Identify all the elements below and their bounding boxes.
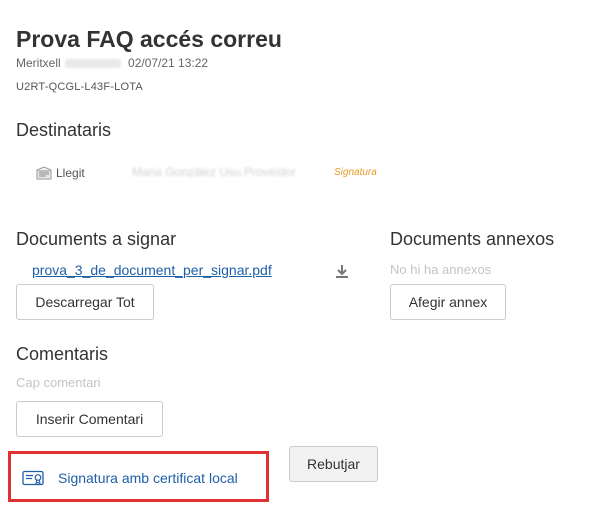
read-envelope-icon xyxy=(36,166,52,180)
page-title: Prova FAQ accés correu xyxy=(16,26,282,52)
certificate-icon xyxy=(22,470,44,486)
author-name: Meritxell xyxy=(16,56,61,70)
comments-empty-text: Cap comentari xyxy=(16,375,101,390)
local-sign-label: Signatura amb certificat local xyxy=(58,470,238,486)
local-sign-button[interactable]: Signatura amb certificat local xyxy=(22,470,238,486)
annexes-heading: Documents annexos xyxy=(390,229,555,249)
recipient-status-label: Llegit xyxy=(56,166,85,180)
document-meta: Meritxell 02/07/21 13:22 xyxy=(16,56,208,70)
document-file-link[interactable]: prova_3_de_document_per_signar.pdf xyxy=(32,262,272,278)
comments-heading: Comentaris xyxy=(16,344,109,364)
document-date: 02/07/21 13:22 xyxy=(128,56,209,70)
add-annex-button[interactable]: Afegir annex xyxy=(390,284,506,320)
document-code: U2RT-QCGL-L43F-LOTA xyxy=(16,81,143,93)
reject-button[interactable]: Rebutjar xyxy=(289,446,378,482)
download-icon[interactable] xyxy=(335,264,349,279)
recipients-heading: Destinataris xyxy=(16,120,112,140)
annexes-empty-text: No hi ha annexos xyxy=(390,262,492,277)
recipient-name: Maria González Usu.Proveïdor xyxy=(132,165,297,179)
insert-comment-button[interactable]: Inserir Comentari xyxy=(16,401,163,437)
download-all-button[interactable]: Descarregar Tot xyxy=(16,284,154,320)
recipient-status: Llegit xyxy=(36,164,85,182)
documents-heading: Documents a signar xyxy=(16,229,177,249)
recipient-action-tag: Signatura xyxy=(334,167,377,178)
author-surname-redacted xyxy=(64,59,121,69)
